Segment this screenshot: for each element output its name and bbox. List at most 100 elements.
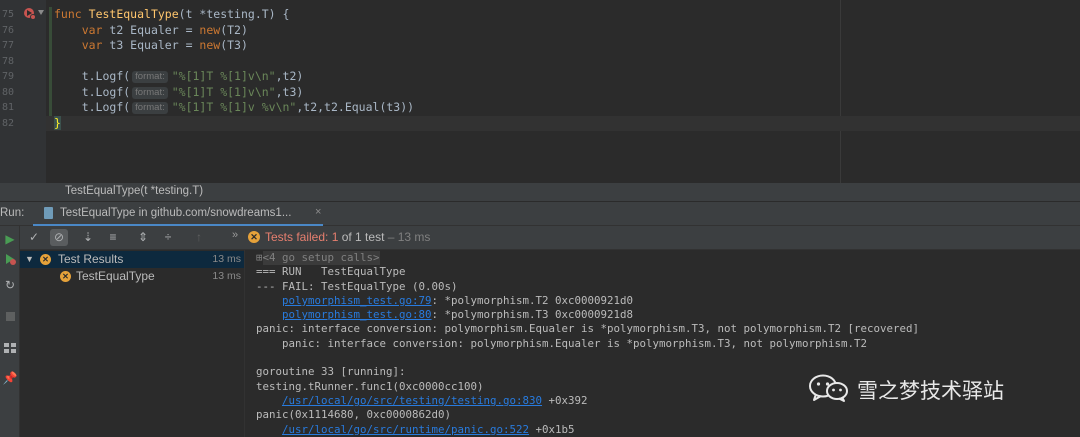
source-link[interactable]: polymorphism_test.go:80 xyxy=(282,308,432,321)
collapse-all-icon[interactable]: ÷ xyxy=(159,229,177,246)
console-text: : *polymorphism.T3 0xc0000921d8 xyxy=(431,308,634,322)
console-line: panic: interface conversion: polymorphis… xyxy=(256,336,868,350)
console-line: polymorphism_test.go:80: *polymorphism.T… xyxy=(256,308,919,322)
expand-all-icon[interactable]: ⇕ xyxy=(134,229,152,246)
console-output[interactable]: ⊞<4 go setup calls> === RUN TestEqualTyp… xyxy=(245,250,1080,437)
parameter-hint: format: xyxy=(132,86,168,99)
code-text: t.Logf( xyxy=(81,100,131,114)
parameter-hint: format: xyxy=(132,102,168,114)
tab-run-configuration[interactable]: TestEqualType in github.com/snowdreams1.… xyxy=(33,202,323,226)
tree-node-test[interactable]: ✕ TestEqualType 13 ms xyxy=(20,268,244,285)
tree-node-time: 13 ms xyxy=(212,253,241,265)
code-text: (T3) xyxy=(220,38,248,52)
line-number: 80 xyxy=(1,86,14,98)
tree-node-label: TestEqualType xyxy=(76,269,155,283)
source-link[interactable]: polymorphism_test.go:79 xyxy=(282,294,432,307)
rerun-failed-icon[interactable] xyxy=(0,250,20,268)
console-line: polymorphism_test.go:79: *polymorphism.T… xyxy=(256,294,919,308)
show-ignored-icon[interactable]: ⊘ xyxy=(50,229,68,246)
rerun-icon[interactable]: ▶ xyxy=(0,230,20,248)
code-line: t.Logf(format: "%[1]T %[1]v\n",t2) xyxy=(54,69,854,85)
code-text: ,t3) xyxy=(275,84,304,99)
failed-count: Tests failed: 1 xyxy=(265,230,339,244)
run-test-gutter-icon[interactable] xyxy=(23,7,36,20)
total-count: of 1 test xyxy=(338,230,385,244)
code-area[interactable]: func TestEqualType(t *testing.T) { var t… xyxy=(46,7,1080,131)
code-text: (T2) xyxy=(220,22,248,37)
fold-text: <4 go setup calls> xyxy=(262,251,380,266)
breadcrumb-item[interactable]: TestEqualType(t *testing.T) xyxy=(65,185,203,197)
string-literal: "%[1]T %[1]v\n" xyxy=(171,69,276,83)
code-text: t.Logf( xyxy=(81,84,131,99)
console-line: panic(0x1114680, 0xc0000862d0) xyxy=(256,408,452,422)
pin-icon[interactable]: 📌 xyxy=(0,369,20,387)
run-tool-window-header: Run: TestEqualType in github.com/snowdre… xyxy=(0,201,1080,226)
code-text: ,t2) xyxy=(275,69,304,83)
close-icon[interactable]: × xyxy=(315,206,321,218)
line-number: 79 xyxy=(1,71,14,82)
function-name: TestEqualType xyxy=(88,7,179,21)
console-text: : *polymorphism.T2 0xc0000921d0 xyxy=(431,293,634,307)
tree-node-label: Test Results xyxy=(58,252,124,266)
code-text: t3 Equaler = xyxy=(102,38,200,52)
chevron-down-icon[interactable]: ▼ xyxy=(25,251,34,268)
keyword-var: var xyxy=(81,38,103,52)
wechat-icon xyxy=(809,374,848,402)
vcs-change-marker xyxy=(49,7,52,117)
stop-icon[interactable] xyxy=(0,308,20,326)
test-results-tree: ▼ ✕ Test Results 13 ms ✕ TestEqualType 1… xyxy=(20,250,245,437)
show-passed-icon[interactable]: ✓ xyxy=(25,229,43,246)
toggle-auto-test-icon[interactable]: ↻ xyxy=(0,276,20,294)
sort-alphabetically-icon[interactable]: ⇣ xyxy=(79,229,97,246)
parameter-hint: format: xyxy=(132,71,168,83)
line-numbers: 75 76 77 78 79 80 81 82 xyxy=(0,7,14,131)
watermark-text: 雪之梦技术驿站 xyxy=(857,379,1004,403)
keyword-func: func xyxy=(54,7,82,21)
builtin-new: new xyxy=(199,22,221,37)
code-line: func TestEqualType(t *testing.T) { xyxy=(54,7,854,23)
string-literal: "%[1]T %[1]v\n" xyxy=(171,84,276,99)
previous-failed-icon[interactable]: ↑ xyxy=(190,229,208,246)
closing-brace: } xyxy=(54,115,61,130)
source-link[interactable]: /usr/local/go/src/runtime/panic.go:522 xyxy=(282,423,529,436)
test-failed-icon: ✕ xyxy=(248,231,260,243)
code-editor[interactable]: 75 76 77 78 79 80 81 82 func TestEqualTy… xyxy=(0,0,1080,183)
console-text: +0x1b5 xyxy=(529,422,575,436)
line-number: 76 xyxy=(1,24,14,36)
run-label: Run: xyxy=(0,207,25,219)
test-status-text: Tests failed: 1 of 1 test – 13 ms xyxy=(265,230,430,244)
chevron-right-icon[interactable]: » xyxy=(232,229,238,241)
console-fold-line[interactable]: ⊞<4 go setup calls> xyxy=(256,251,919,266)
console-line: panic: interface conversion: polymorphis… xyxy=(256,322,920,336)
console-line: --- FAIL: TestEqualType (0.00s) xyxy=(256,279,458,293)
run-side-toolbar: ▶ ↻ 📌 xyxy=(0,226,20,437)
code-line: var t2 Equaler = new(T2) xyxy=(54,23,854,39)
test-results-toolbar: ✓ ⊘ ⇣ ≡ ⇕ ÷ ↑ xyxy=(20,226,245,250)
code-line: t.Logf(format: "%[1]T %[1]v %v\n",t2,t2.E… xyxy=(54,100,854,116)
test-failed-icon: ✕ xyxy=(60,271,71,282)
run-tab-label: TestEqualType in github.com/snowdreams1.… xyxy=(60,207,292,219)
console-line: /usr/local/go/src/runtime/panic.go:522 +… xyxy=(256,423,919,437)
code-line: t.Logf(format: "%[1]T %[1]v\n",t3) xyxy=(54,85,854,101)
test-status-bar: » ✕ Tests failed: 1 of 1 test – 13 ms xyxy=(230,226,1080,250)
sort-by-duration-icon[interactable]: ≡ xyxy=(104,229,122,246)
tree-node-test-results[interactable]: ▼ ✕ Test Results 13 ms xyxy=(20,251,244,268)
console-line: === RUN TestEqualType xyxy=(256,265,406,279)
duration: – 13 ms xyxy=(384,230,431,244)
code-text: t.Logf( xyxy=(81,69,131,83)
source-link[interactable]: /usr/local/go/src/testing/testing.go:830 xyxy=(282,394,542,407)
tree-node-time: 13 ms xyxy=(212,270,241,282)
line-number: 78 xyxy=(1,55,14,67)
layout-icon[interactable] xyxy=(0,339,20,357)
code-line: var t3 Equaler = new(T3) xyxy=(54,38,854,54)
editor-gutter: 75 76 77 78 79 80 81 82 xyxy=(0,0,46,183)
code-text: ,t2,t2.Equal(t3)) xyxy=(296,100,415,114)
code-text: t2 Equaler = xyxy=(102,22,200,37)
line-number: 81 xyxy=(1,102,14,113)
fold-marker-icon[interactable] xyxy=(38,10,44,15)
